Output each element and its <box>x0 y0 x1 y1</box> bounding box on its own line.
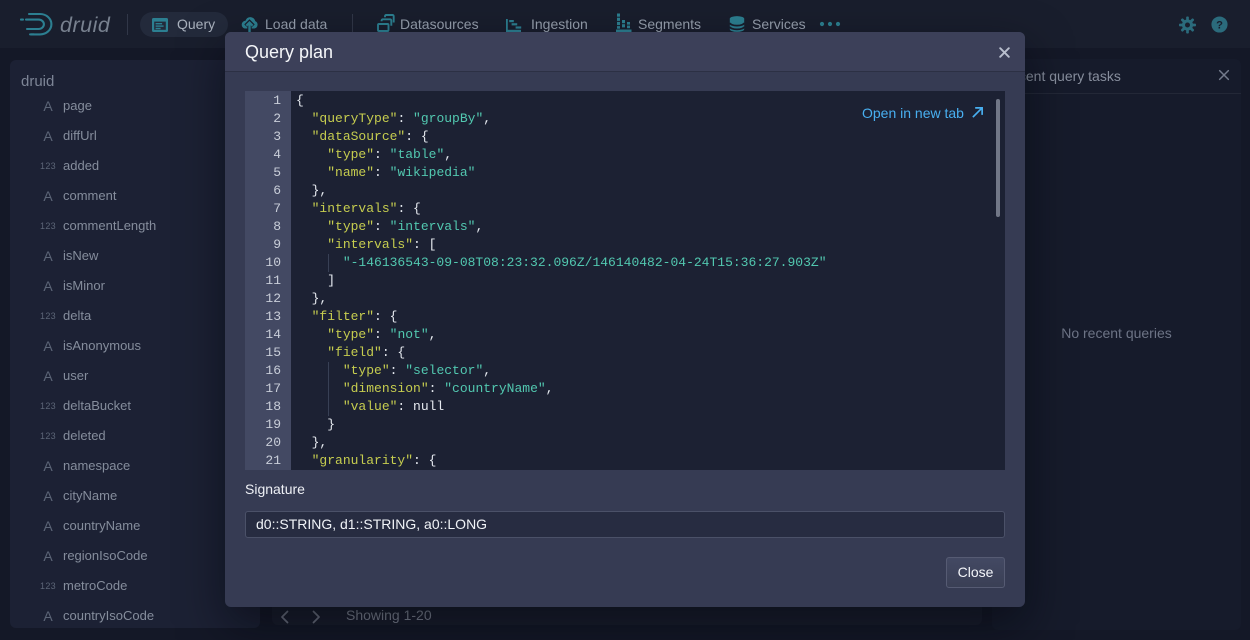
svg-text:?: ? <box>1216 20 1223 32</box>
